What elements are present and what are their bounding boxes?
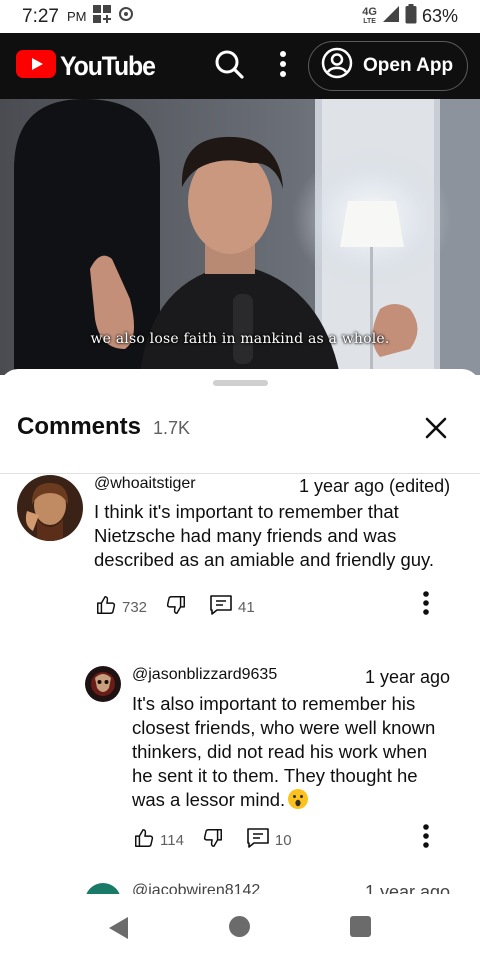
status-time: 7:27 xyxy=(22,5,59,27)
reply-button[interactable]: 10 xyxy=(246,827,292,853)
open-app-button[interactable]: Open App xyxy=(308,41,468,91)
header-more-button[interactable] xyxy=(277,50,289,82)
comment-text: I think it's important to remember that … xyxy=(94,500,464,572)
thumb-up-icon xyxy=(95,594,117,620)
like-count: 114 xyxy=(160,831,184,849)
reply-icon xyxy=(209,594,233,620)
comment-author[interactable]: @whoaitstiger xyxy=(94,475,196,493)
search-icon xyxy=(214,49,244,84)
status-ampm: PM xyxy=(66,9,87,24)
comment-line: he sent it to them. They thought he xyxy=(132,765,418,786)
comment-line: I think it's important to remember that xyxy=(94,501,399,522)
comment-timestamp: 1 year ago xyxy=(365,667,451,687)
network-indicator: 4G LTE xyxy=(362,5,377,26)
comment-line: described as an amiable and friendly guy… xyxy=(94,549,435,570)
dislike-button[interactable] xyxy=(165,594,187,620)
youtube-logo[interactable]: YouTube xyxy=(16,49,163,83)
status-bar: 7:27 PM 4G LTE 63% xyxy=(0,0,480,33)
search-button[interactable] xyxy=(213,50,245,82)
comment-line: thinkers, did not read his work when xyxy=(132,741,428,762)
comment-author[interactable]: @jacobwiren8142 xyxy=(132,882,260,894)
comments-count: 1.7K xyxy=(153,418,191,438)
recents-square-icon[interactable] xyxy=(350,916,371,937)
like-count: 732 xyxy=(122,598,148,616)
account-circle-icon xyxy=(321,47,353,85)
comment-line: closest friends, who were well known xyxy=(132,717,436,738)
thumb-down-icon xyxy=(202,827,224,853)
video-player[interactable]: we also lose faith in mankind as a whole… xyxy=(0,99,480,375)
status-left: 7:27 PM xyxy=(22,4,134,30)
more-vert-icon xyxy=(423,823,429,853)
thumb-up-icon xyxy=(133,827,155,853)
network-type: 4G xyxy=(362,5,377,18)
like-button[interactable]: 732 xyxy=(95,594,147,620)
comment-timestamp: 1 year ago xyxy=(365,882,451,894)
app-header: YouTube Open App xyxy=(0,33,480,99)
video-caption: we also lose faith in mankind as a whole… xyxy=(90,331,390,347)
open-app-label: Open App xyxy=(363,55,454,76)
reply-count: 10 xyxy=(274,831,292,849)
comment-line: was a lessor mind. xyxy=(132,789,286,810)
comments-title: Comments xyxy=(17,413,142,440)
comment-text: It's also important to remember his clos… xyxy=(132,692,462,812)
close-icon xyxy=(425,417,447,444)
header-divider xyxy=(0,473,480,474)
like-button[interactable]: 114 xyxy=(133,827,184,853)
surprised-emoji-icon xyxy=(288,789,309,809)
drag-handle[interactable] xyxy=(213,380,268,386)
avatar[interactable] xyxy=(85,883,121,894)
comments-sheet: Comments 1.7K @whoaitstiger 1 year ago (… xyxy=(0,369,480,894)
signal-icon xyxy=(382,5,400,28)
dislike-button[interactable] xyxy=(202,827,224,853)
youtube-play-icon xyxy=(16,49,56,83)
comment-line-last: was a lessor mind. xyxy=(132,788,462,812)
home-circle-icon[interactable] xyxy=(229,916,250,937)
back-triangle-icon xyxy=(108,917,130,944)
comments-header: Comments 1.7K xyxy=(17,413,190,441)
avatar[interactable] xyxy=(85,666,121,702)
reply-button[interactable]: 41 xyxy=(209,594,255,620)
close-comments-button[interactable] xyxy=(420,414,452,446)
comment-actions: 114 10 xyxy=(133,827,292,853)
system-nav-bar xyxy=(0,894,480,960)
thumb-down-icon xyxy=(165,594,187,620)
youtube-wordmark: YouTube xyxy=(60,50,156,81)
battery-icon xyxy=(405,4,417,29)
avatar[interactable] xyxy=(17,475,83,541)
comment-author[interactable]: @jasonblizzard9635 xyxy=(132,666,277,684)
status-right: 4G LTE 63% xyxy=(362,4,458,29)
reply-icon xyxy=(246,827,270,853)
reply-count: 41 xyxy=(238,598,255,616)
comment-menu-button[interactable] xyxy=(420,590,432,620)
vpn-icon xyxy=(118,6,134,28)
network-subtype: LTE xyxy=(363,17,376,25)
comment-menu-button[interactable] xyxy=(420,823,432,853)
battery-percent: 63% xyxy=(421,6,458,26)
back-button[interactable] xyxy=(108,916,130,945)
more-vert-icon xyxy=(423,590,429,620)
comment-line: Nietzsche had many friends and was xyxy=(94,525,397,546)
more-vert-icon xyxy=(280,50,287,82)
comment-actions: 732 41 xyxy=(95,594,255,620)
grid-apps-icon xyxy=(92,4,112,30)
comment-line: It's also important to remember his xyxy=(132,693,416,714)
comment-timestamp: 1 year ago (edited) xyxy=(299,476,451,496)
